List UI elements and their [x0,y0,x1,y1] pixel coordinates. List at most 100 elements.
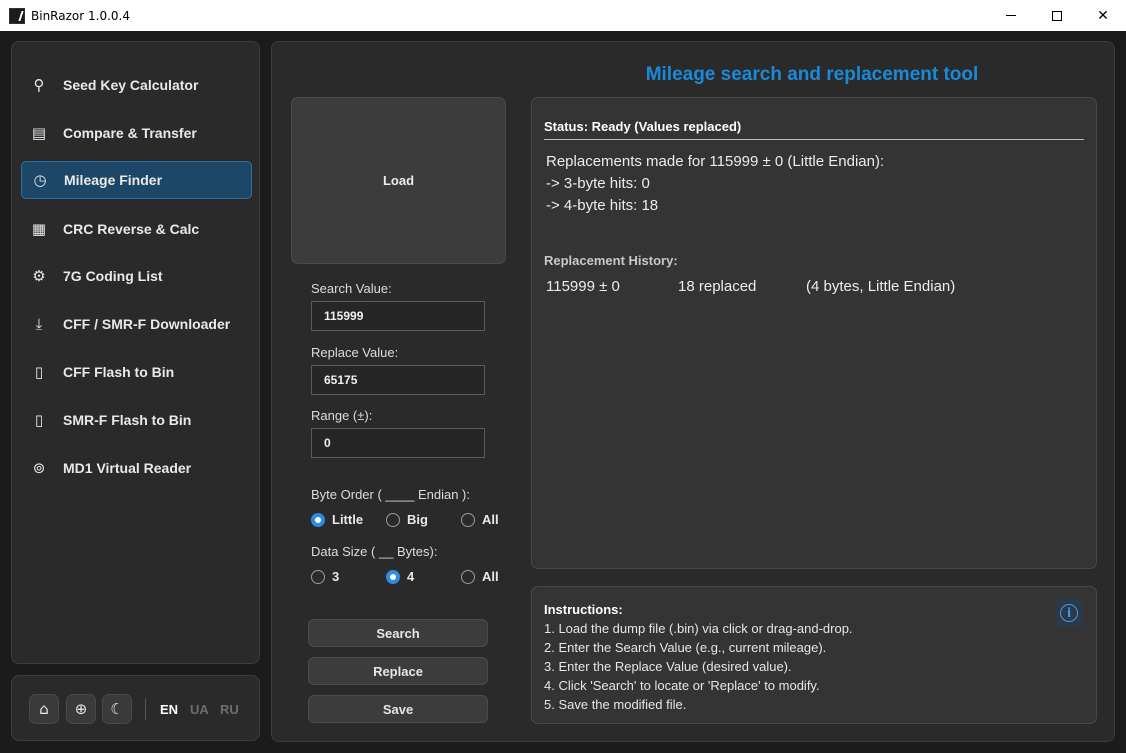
radio-label: All [482,512,499,527]
language-ru[interactable]: RU [220,702,239,717]
radio-dot [311,569,325,584]
close-icon: ✕ [1097,7,1109,24]
page-title: Mileage search and replacement tool [645,64,979,85]
result-line: Replacements made for 115999 ± 0 (Little… [546,153,885,170]
globe-icon: ⊕ [74,700,88,718]
radio-label: All [482,569,499,584]
sidebar-item-smr-f-flash-to-bin[interactable]: ▯ SMR-F Flash to Bin [21,401,252,439]
file-chart-icon: ▯ [34,363,44,381]
divider [145,698,146,720]
radio-label: 3 [332,569,340,584]
sidebar-item-cff-flash-to-bin[interactable]: ▯ CFF Flash to Bin [21,353,252,391]
key-icon: ⚲ [33,76,45,94]
main-panel: Mileage search and replacement tool Load… [271,41,1115,742]
sidebar: ⚲ Seed Key Calculator ▤ Compare & Transf… [11,41,260,664]
theme-toggle-button[interactable]: ☾ [102,694,132,724]
byte-order-big-radio[interactable]: Big [386,512,428,527]
history-title: Replacement History: [544,253,678,268]
sidebar-item-label: CFF Flash to Bin [63,364,175,380]
sidebar-item-7g-coding-list[interactable]: ⚙ 7G Coding List [21,257,252,295]
info-button[interactable]: i [1055,599,1083,627]
sidebar-item-label: Compare & Transfer [63,125,197,141]
byte-order-little-radio[interactable]: Little [311,512,363,527]
data-size-3-radio[interactable]: 3 [311,569,339,584]
instruction-line: 5. Save the modified file. [544,697,687,712]
globe-button[interactable]: ⊕ [66,694,96,724]
load-file-dropzone[interactable]: Load [291,97,506,264]
search-value-label: Search Value: [311,281,392,296]
history-count: 18 replaced [678,278,757,295]
bottom-toolbar: ⌂ ⊕ ☾ EN UA RU [11,675,260,741]
file-chart-icon: ▯ [34,411,44,429]
range-label: Range (±): [311,408,373,423]
sidebar-item-label: Seed Key Calculator [63,77,199,93]
title-bar: BinRazor 1.0.0.4 ✕ [0,0,1126,31]
app-logo-icon [9,7,25,24]
language-en[interactable]: EN [160,702,178,717]
byte-order-all-radio[interactable]: All [461,512,499,527]
gears-icon: ⚙ [32,267,46,285]
radio-dot [386,512,400,527]
close-button[interactable]: ✕ [1080,0,1126,31]
download-icon: ⤓ [35,315,43,333]
minimize-icon [1006,15,1016,16]
virtual-reader-icon: ⊚ [32,459,46,477]
range-input[interactable] [311,428,485,458]
sidebar-item-md1-virtual-reader[interactable]: ⊚ MD1 Virtual Reader [21,449,252,487]
status-divider [544,139,1084,140]
compare-icon: ▤ [31,124,47,142]
maximize-icon [1052,10,1062,21]
search-button[interactable]: Search [308,619,488,647]
replace-button[interactable]: Replace [308,657,488,685]
radio-label: Little [332,512,364,527]
search-value-input[interactable] [311,301,485,331]
replace-value-label: Replace Value: [311,345,399,360]
data-size-all-radio[interactable]: All [461,569,499,584]
instructions-title: Instructions: [544,602,623,617]
clock-icon: ◷ [33,171,47,189]
sidebar-item-label: Mileage Finder [64,172,163,188]
radio-dot [461,569,475,584]
window-title: BinRazor 1.0.0.4 [31,8,130,23]
sidebar-item-seed-key-calculator[interactable]: ⚲ Seed Key Calculator [21,66,252,104]
result-line: -> 4-byte hits: 18 [546,197,659,214]
radio-dot [386,569,400,584]
history-value: 115999 ± 0 [546,278,620,295]
sidebar-item-cff-smr-f-downloader[interactable]: ⤓ CFF / SMR-F Downloader [21,305,252,343]
result-line: -> 3-byte hits: 0 [546,175,650,192]
history-details: (4 bytes, Little Endian) [806,278,956,295]
sidebar-item-label: SMR-F Flash to Bin [63,412,192,428]
sidebar-item-label: CFF / SMR-F Downloader [63,316,231,332]
byte-order-label: Byte Order ( ____ Endian ): [311,487,470,502]
sidebar-item-crc-reverse-calc[interactable]: ▦ CRC Reverse & Calc [21,210,252,248]
sidebar-item-label: MD1 Virtual Reader [63,460,192,476]
minimize-button[interactable] [988,0,1034,31]
radio-label: 4 [407,569,415,584]
home-button[interactable]: ⌂ [29,694,59,724]
instruction-line: 4. Click 'Search' to locate or 'Replace'… [544,678,820,693]
sidebar-item-compare-transfer[interactable]: ▤ Compare & Transfer [21,114,252,152]
save-button[interactable]: Save [308,695,488,723]
radio-dot [311,512,325,527]
replace-value-input[interactable] [311,365,485,395]
instruction-line: 3. Enter the Replace Value (desired valu… [544,659,792,674]
sidebar-item-label: CRC Reverse & Calc [63,221,200,237]
save-button-label: Save [382,701,414,717]
radio-dot [461,512,475,527]
instruction-line: 1. Load the dump file (.bin) via click o… [544,621,853,636]
status-title: Status: Ready (Values replaced) [544,119,742,134]
calculator-icon: ▦ [31,220,47,238]
language-ua[interactable]: UA [190,702,209,717]
status-panel: Status: Ready (Values replaced) Replacem… [531,97,1097,569]
data-size-4-radio[interactable]: 4 [386,569,414,584]
replace-button-label: Replace [373,663,423,679]
sidebar-item-label: 7G Coding List [63,268,163,284]
moon-icon: ☾ [110,700,124,718]
home-icon: ⌂ [39,700,49,718]
info-icon: i [1060,604,1078,622]
maximize-button[interactable] [1034,0,1080,31]
instruction-line: 2. Enter the Search Value (e.g., current… [544,640,827,655]
radio-label: Big [407,512,428,527]
search-button-label: Search [376,625,420,641]
sidebar-item-mileage-finder[interactable]: ◷ Mileage Finder [21,161,252,199]
